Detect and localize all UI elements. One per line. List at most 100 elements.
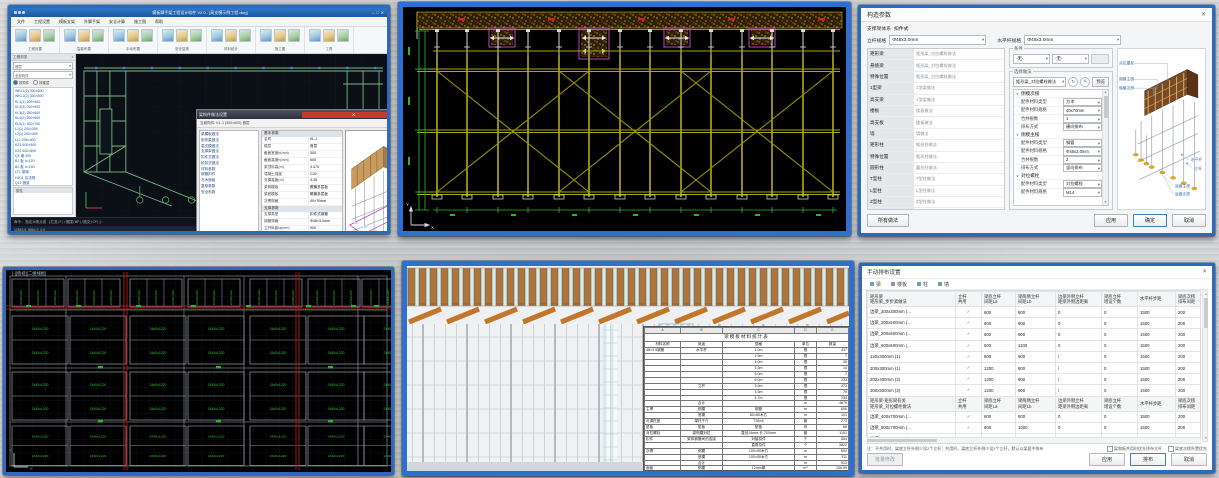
ribbon-buttons[interactable] xyxy=(113,29,153,42)
ribbon-tab[interactable]: 工程设置 xyxy=(30,18,54,26)
member-type-row[interactable]: Z型柱 Z型柱做法 xyxy=(868,197,1004,208)
tool-icon[interactable] xyxy=(92,29,104,42)
member-type-row[interactable]: 高支梁 1型梁做法 xyxy=(868,95,1004,106)
property-row[interactable]: 支模高度(m)4.35 xyxy=(262,178,342,185)
scroll-down-icon[interactable]: ▼ xyxy=(1103,200,1108,205)
scrollbar-horizontal[interactable] xyxy=(866,437,1201,443)
tool-icon[interactable] xyxy=(274,29,286,42)
tool-icon[interactable] xyxy=(64,29,76,42)
ribbon-tab[interactable]: 帮助 xyxy=(151,18,167,26)
apply-button[interactable]: 应用 xyxy=(1089,453,1125,466)
property-row[interactable]: 截面高度h(mm)600 xyxy=(262,158,342,165)
preview-button[interactable]: 预览 xyxy=(1092,77,1109,87)
table-row[interactable]: 200x500mm (3) ✓ 1200 900 / 0 1500 200 2 xyxy=(868,385,1202,396)
prop-value-select[interactable]: 竖向排布 xyxy=(1063,164,1102,172)
property-row[interactable]: 立杆横距lb(mm)600 xyxy=(262,233,342,234)
layout-button[interactable]: 排布 xyxy=(1130,453,1166,466)
tree-item[interactable]: QL1 圈梁 xyxy=(15,181,71,186)
hbar-spec-select[interactable]: Φ48x3.0mm xyxy=(1024,35,1121,45)
tool-icon[interactable] xyxy=(288,29,300,42)
shared-checkbox[interactable]: ✓ xyxy=(956,362,982,373)
ribbon-tab[interactable]: 外脚手架 xyxy=(80,18,104,26)
property-row[interactable]: 次楞规格40×70mm xyxy=(262,199,342,206)
type-select[interactable]: 全部构件▾ xyxy=(13,71,73,79)
ribbon-tab[interactable]: 安全计算 xyxy=(105,18,129,26)
tool-icon[interactable] xyxy=(323,29,335,42)
tool-icon[interactable] xyxy=(309,29,321,42)
prop-group-header[interactable]: 对拉螺栓 xyxy=(1014,172,1108,179)
prop-value-select[interactable]: 2 xyxy=(1063,156,1102,164)
ribbon-tab[interactable]: 施工图 xyxy=(130,18,150,26)
cancel-button[interactable]: 取消 xyxy=(1171,453,1207,466)
tool-icon[interactable] xyxy=(260,29,272,42)
property-row[interactable]: 名称KL-1 xyxy=(262,137,342,144)
table-row[interactable]: 边梁_200x500mm (... ✓ 600 900 0 0 1500 200… xyxy=(868,318,1202,329)
table-row[interactable]: 120x300mm (1) ✓ 600 900 / 0 1500 200 2 xyxy=(868,351,1202,362)
member-type-row[interactable]: 高支板 楼板做法 xyxy=(868,117,1004,128)
member-type-row[interactable]: 矩形柱 矩形柱做法 xyxy=(868,140,1004,151)
condition-select-1[interactable]: -无- xyxy=(1013,54,1050,64)
shared-checkbox[interactable]: ✓ xyxy=(956,422,982,433)
plan-drawing[interactable]: 2440x1220 2440x1220 2440x1220 2440x1220 … xyxy=(6,270,391,472)
checkbox-option-2[interactable]: 梁底次楞外置优先 xyxy=(1168,446,1207,452)
tool-icon[interactable] xyxy=(43,29,55,42)
prop-value-select[interactable]: Φ48x3.0mm xyxy=(1063,147,1102,155)
close-icon[interactable]: ✕ xyxy=(302,112,390,118)
shared-checkbox[interactable]: ✓ xyxy=(956,307,982,318)
shared-checkbox[interactable]: ✓ xyxy=(956,411,982,422)
table-row[interactable]: 边梁_500x700mm (... ✓ 600 1000 0 0 1500 20… xyxy=(868,422,1202,433)
tool-icon[interactable] xyxy=(225,29,237,42)
table-row[interactable]: 边梁_200x300mm (... ✓ 600 900 0 0 1500 200… xyxy=(868,307,1202,318)
ribbon-buttons[interactable] xyxy=(64,29,104,42)
table-row[interactable]: 200x300mm (1) ✓ 1200 900 / 0 1500 200 2 xyxy=(868,362,1202,373)
table-row[interactable]: 边梁_400x700mm (... ✓ 600 900 0 0 1500 200… xyxy=(868,411,1202,422)
radio-by-member[interactable]: 按构件 xyxy=(13,80,29,85)
ribbon-buttons[interactable] xyxy=(260,29,300,42)
member-type-row[interactable]: 矩形梁 矩形梁_对拉螺栓做法 xyxy=(868,49,1004,60)
ribbon-buttons[interactable] xyxy=(211,29,251,42)
table-row[interactable]: 200x400mm (3) ✓ 1200 900 / 0 1500 200 2 xyxy=(868,374,1202,385)
pole-spec-select[interactable]: Φ48x3.0mm xyxy=(889,35,986,45)
tool-icon[interactable] xyxy=(162,29,174,42)
checkbox-option-1[interactable]: 梁和板共用时优先排布立杆 xyxy=(1107,446,1162,452)
category-tab[interactable]: 楼板 xyxy=(891,281,907,288)
property-row[interactable]: 楼层首层 xyxy=(262,144,342,151)
prop-value-select[interactable]: 40x70mm xyxy=(1063,106,1102,114)
property-row[interactable]: 梁底模板覆膜多层板 xyxy=(262,192,342,199)
prop-value-select[interactable]: 1 xyxy=(1063,115,1102,123)
shared-checkbox[interactable]: ✓ xyxy=(956,340,982,351)
table-row[interactable]: 边梁_200x600mm (... ✓ 600 900 0 0 1500 200… xyxy=(868,329,1202,340)
dialog-titlebar[interactable]: 手动排布设置 ✕ xyxy=(862,266,1212,279)
member-type-row[interactable]: T型柱 T型柱做法 xyxy=(868,174,1004,185)
tool-icon[interactable] xyxy=(190,29,202,42)
pin-icon[interactable]: ▪ xyxy=(72,55,73,59)
scrollbar-vertical[interactable]: ▲ ▼ xyxy=(1102,90,1108,205)
method-select[interactable]: 矩形梁_对拉螺栓做法 xyxy=(1013,77,1066,87)
member-type-row[interactable]: 特殊位置 矩形梁_对拉螺栓做法 xyxy=(868,72,1004,83)
member-type-row[interactable]: 楼板 楼板做法 xyxy=(868,106,1004,117)
tool-icon[interactable] xyxy=(211,29,223,42)
tool-icon[interactable] xyxy=(15,29,27,42)
property-row[interactable]: 钢管规格Φ48×3.0mm xyxy=(262,219,342,226)
tool-icon[interactable] xyxy=(113,29,125,42)
batch-edit-button[interactable]: 批量修改 xyxy=(867,453,903,466)
member-type-row[interactable]: 悬挑梁 矩形梁_对拉螺栓做法 xyxy=(868,60,1004,71)
elevation-drawing[interactable]: Y X xyxy=(403,7,846,231)
prop-value-select[interactable]: M14 xyxy=(1063,188,1102,196)
quick-access-icons[interactable] xyxy=(14,11,25,14)
condition-value-input[interactable] xyxy=(1091,54,1109,64)
property-row[interactable]: 支撑类型扣件式钢管 xyxy=(262,212,342,219)
tool-icon[interactable] xyxy=(239,29,251,42)
prop-group-header[interactable]: 侧模主楞 xyxy=(1014,131,1108,138)
layout-table[interactable]: 矩形梁矩形梁_步步紧做法 立杆共用梁底立杆间距La梁两侧立杆间距Lb边梁外侧立杆… xyxy=(866,290,1201,444)
shared-checkbox[interactable]: ✓ xyxy=(956,318,982,329)
member-type-row[interactable]: 1型梁 1型梁做法 xyxy=(868,83,1004,94)
dialog-titlebar[interactable]: 梁构件做法设置 ✕ xyxy=(197,110,390,119)
tool-icon[interactable] xyxy=(127,29,139,42)
property-row[interactable]: 立杆纵距la(mm)900 xyxy=(262,226,342,233)
minimize-button[interactable]: – xyxy=(372,10,374,15)
all-methods-button[interactable]: 所有做法 xyxy=(867,214,909,227)
ribbon-tab[interactable]: 文件 xyxy=(13,18,29,26)
tool-icon[interactable] xyxy=(337,29,349,42)
prop-group-header[interactable]: 侧模次楞 xyxy=(1014,90,1108,97)
